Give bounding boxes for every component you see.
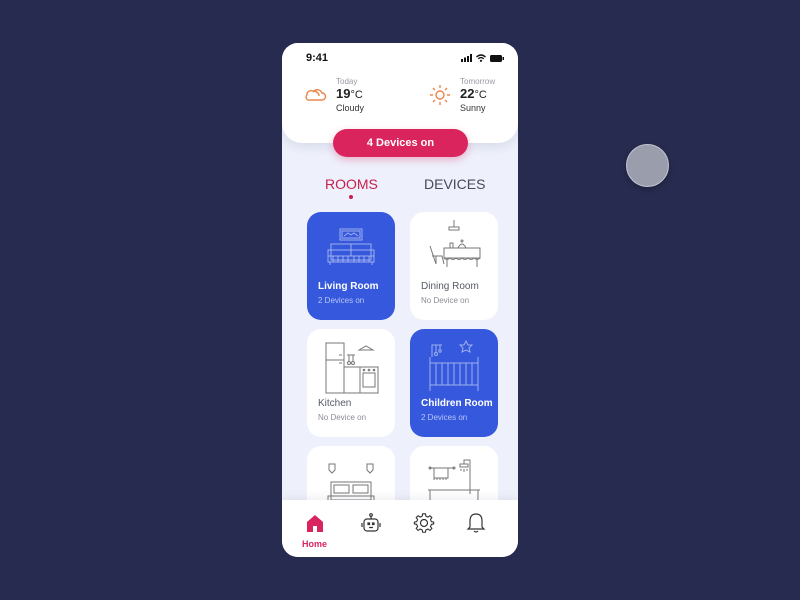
gear-icon[interactable] — [413, 512, 435, 534]
room-card-dining-room[interactable]: Dining Room No Device on — [410, 212, 498, 320]
room-status: No Device on — [421, 296, 470, 305]
active-tab-indicator — [349, 195, 353, 199]
room-name: Living Room — [318, 281, 379, 292]
tomorrow-unit: °C — [474, 89, 487, 101]
tomorrow-label: Tomorrow — [460, 77, 496, 86]
crib-icon — [429, 339, 479, 391]
weather-header: 9:41 Today 19°C Cloudy Tomorrow 22°C Sun… — [282, 43, 518, 143]
kitchen-icon — [325, 342, 379, 394]
today-temp: 19 — [336, 86, 351, 101]
home-icon[interactable] — [304, 512, 326, 534]
weather-tomorrow: Tomorrow 22°C Sunny — [428, 77, 495, 113]
today-label: Today — [336, 77, 358, 86]
status-time: 9:41 — [306, 52, 329, 64]
today-unit: °C — [350, 89, 363, 101]
today-condition: Cloudy — [336, 103, 365, 113]
tab-bar: ROOMS DEVICES — [282, 176, 518, 206]
dining-table-icon — [429, 220, 481, 267]
cloud-icon — [305, 89, 327, 101]
robot-icon[interactable] — [360, 512, 382, 534]
sun-icon — [430, 85, 450, 105]
room-card-kitchen[interactable]: Kitchen No Device on — [307, 329, 395, 437]
room-card-living-room[interactable]: Living Room 2 Devices on — [307, 212, 395, 320]
tomorrow-condition: Sunny — [460, 103, 486, 113]
bottom-nav: Home — [282, 500, 518, 557]
room-name: Dining Room — [421, 281, 479, 292]
devices-on-button[interactable]: 4 Devices on — [333, 129, 468, 157]
battery-icon — [490, 54, 504, 62]
tomorrow-temp: 22 — [460, 86, 475, 101]
room-status: 2 Devices on — [421, 413, 468, 422]
room-name: Kitchen — [318, 398, 352, 409]
room-status: 2 Devices on — [318, 296, 365, 305]
room-name: Children Room — [421, 398, 493, 409]
tab-rooms[interactable]: ROOMS — [325, 176, 378, 192]
status-bar: 9:41 — [306, 51, 504, 65]
bell-icon[interactable] — [465, 512, 487, 534]
room-status: No Device on — [318, 413, 367, 422]
room-card-children-room[interactable]: Children Room 2 Devices on — [410, 329, 498, 437]
wifi-icon — [476, 54, 486, 62]
tab-devices[interactable]: DEVICES — [424, 176, 485, 192]
weather-today: Today 19°C Cloudy — [304, 77, 364, 113]
sofa-icon — [327, 228, 375, 265]
touch-indicator — [626, 144, 669, 187]
phone-screen: 9:41 Today 19°C Cloudy Tomorrow 22°C Sun… — [282, 43, 518, 557]
nav-label-home: Home — [302, 539, 328, 549]
signal-icon — [461, 54, 472, 62]
